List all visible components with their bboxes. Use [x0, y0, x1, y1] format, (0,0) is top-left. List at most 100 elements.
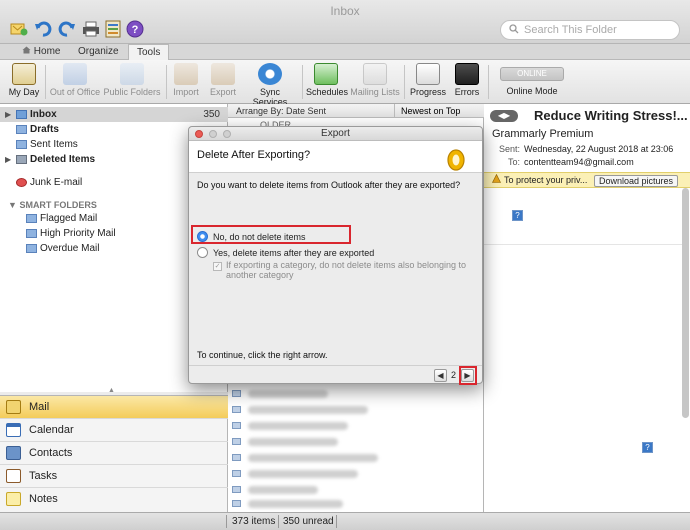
folder-junk-label: Junk E-mail — [30, 177, 83, 188]
missing-image-icon: ? — [642, 442, 653, 453]
folder-inbox[interactable]: ▶ Inbox 350 — [0, 107, 228, 122]
nav-mail[interactable]: Mail — [0, 396, 228, 419]
item-count: 373 items — [232, 516, 276, 527]
tab-tools[interactable]: Tools — [128, 44, 170, 61]
ribbon-tabs: Home Organize Tools — [0, 44, 690, 61]
page-number: 2 — [451, 370, 457, 380]
errors-button[interactable]: Errors — [452, 60, 482, 104]
blurred-sender — [248, 406, 368, 414]
arrange-by-dropdown[interactable]: Arrange By: Date Sent — [236, 104, 326, 118]
to-label: To: — [507, 157, 520, 167]
list-item[interactable] — [228, 450, 484, 466]
expand-triangle-icon[interactable]: ▶ — [5, 152, 11, 167]
schedules-label: Schedules — [306, 87, 349, 97]
list-item[interactable] — [228, 402, 484, 418]
left-arrow-icon: ◀ — [437, 371, 444, 380]
close-window-button[interactable] — [195, 130, 203, 138]
download-pictures-button[interactable]: Download pictures — [594, 175, 679, 187]
tab-tools-label: Tools — [137, 47, 161, 58]
my-day-button[interactable]: My Day — [6, 60, 42, 104]
errors-label: Errors — [454, 87, 480, 97]
junk-icon — [16, 178, 27, 187]
arrange-bar: Arrange By: Date Sent Newest on Top — [228, 104, 484, 118]
undo-icon[interactable] — [32, 19, 54, 39]
mailing-lists-button[interactable]: Mailing Lists — [350, 60, 400, 104]
to-address[interactable]: contentteam94@gmail.com — [524, 157, 634, 167]
my-day-quick-icon[interactable] — [102, 19, 124, 39]
reading-pane: ◀▶ Reduce Writing Stress!... Grammarly P… — [484, 104, 690, 512]
tab-organize[interactable]: Organize — [70, 44, 127, 60]
smart-folders-heading[interactable]: ▼ SMART FOLDERS — [8, 200, 97, 210]
zoom-window-button[interactable] — [223, 130, 231, 138]
import-icon — [174, 63, 198, 85]
dialog-heading: Delete After Exporting? — [197, 149, 311, 161]
unread-count: 350 unread — [283, 516, 334, 527]
reading-pane-scrollbar[interactable] — [682, 188, 689, 418]
search-input[interactable]: Search This Folder — [500, 20, 680, 40]
navigation-pane: Mail Calendar Contacts Tasks Notes — [0, 395, 228, 512]
folder-drafts-label: Drafts — [30, 124, 59, 135]
nav-calendar[interactable]: Calendar — [0, 419, 228, 442]
dialog-navigation: ◀ 2 ▶ — [189, 365, 482, 385]
status-separator — [336, 515, 337, 528]
smart-folders-label: SMART FOLDERS — [19, 200, 97, 210]
envelope-icon — [232, 390, 241, 397]
redo-icon[interactable] — [56, 19, 78, 39]
list-item[interactable] — [228, 434, 484, 450]
send-receive-icon[interactable] — [8, 19, 30, 39]
warning-icon — [492, 173, 501, 188]
export-icon — [211, 63, 235, 85]
progress-button[interactable]: Progress — [408, 60, 448, 104]
tab-home[interactable]: Home — [14, 44, 68, 60]
list-item[interactable] — [228, 496, 484, 512]
sync-services-button[interactable]: Sync Services — [242, 60, 298, 107]
envelope-icon — [232, 470, 241, 477]
list-item[interactable] — [228, 386, 484, 402]
blurred-sender — [248, 390, 328, 398]
dialog-header: Delete After Exporting? — [189, 141, 482, 173]
nav-tasks[interactable]: Tasks — [0, 465, 228, 488]
category-checkbox[interactable]: ✓ — [213, 262, 222, 271]
nav-mail-label: Mail — [29, 401, 50, 413]
nav-contacts-label: Contacts — [29, 447, 73, 459]
online-toggle[interactable]: ONLINE — [500, 67, 564, 81]
export-button[interactable]: Export — [206, 60, 240, 104]
list-item[interactable] — [228, 466, 484, 482]
help-icon[interactable]: ? — [124, 19, 146, 39]
import-button[interactable]: Import — [170, 60, 202, 104]
notes-icon — [6, 492, 21, 506]
collapse-triangle-icon[interactable]: ▼ — [8, 200, 17, 210]
search-placeholder: Search This Folder — [524, 24, 617, 36]
dialog-titlebar: Export — [189, 127, 482, 141]
radio-delete[interactable] — [197, 247, 208, 258]
message-nav-arrows[interactable]: ◀▶ — [490, 110, 518, 122]
message-sender: Grammarly Premium — [492, 128, 594, 140]
folder-flagged-label: Flagged Mail — [40, 213, 98, 224]
sort-order-dropdown[interactable]: Newest on Top — [394, 104, 484, 118]
print-icon[interactable] — [80, 19, 102, 39]
out-of-office-button[interactable]: Out of Office — [48, 60, 102, 104]
blurred-sender — [248, 454, 378, 462]
nav-contacts[interactable]: Contacts — [0, 442, 228, 465]
import-label: Import — [173, 87, 199, 97]
list-item[interactable] — [228, 418, 484, 434]
envelope-icon — [232, 422, 241, 429]
expand-triangle-icon[interactable]: ▶ — [5, 107, 11, 122]
folder-deleted-label: Deleted Items — [30, 154, 96, 165]
online-mode-button[interactable]: ONLINE Online Mode — [494, 60, 570, 104]
status-separator — [226, 515, 227, 528]
pane-resize-grip-icon[interactable]: ▲ — [108, 387, 115, 394]
minimize-window-button[interactable] — [209, 130, 217, 138]
nav-calendar-label: Calendar — [29, 424, 74, 436]
mailing-lists-label: Mailing Lists — [350, 87, 400, 97]
svg-text:?: ? — [132, 24, 139, 36]
public-folders-button[interactable]: Public Folders — [102, 60, 162, 104]
my-day-label: My Day — [8, 87, 40, 97]
option-delete-label: Yes, delete items after they are exporte… — [213, 248, 375, 258]
back-arrow-button[interactable]: ◀ — [434, 369, 447, 382]
next-arrow-icon[interactable]: ▶ — [504, 111, 510, 120]
nav-notes-label: Notes — [29, 493, 58, 505]
schedules-button[interactable]: Schedules — [306, 60, 349, 104]
out-of-office-label: Out of Office — [49, 87, 101, 97]
nav-notes[interactable]: Notes — [0, 488, 228, 511]
